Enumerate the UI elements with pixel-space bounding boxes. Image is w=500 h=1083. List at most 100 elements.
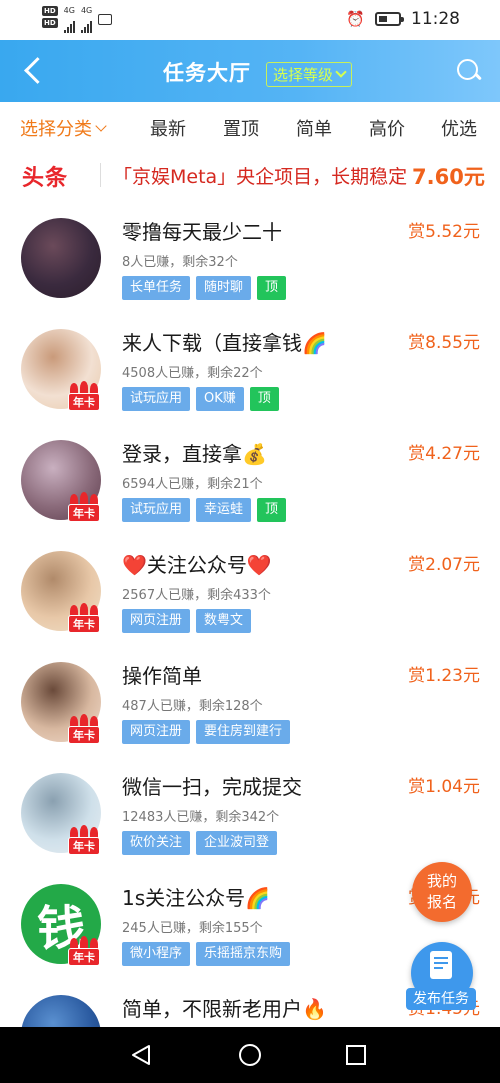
task-tag: 试玩应用 bbox=[122, 387, 191, 411]
headline-tag: 头条 bbox=[22, 166, 69, 191]
vip-badge-label: 年卡 bbox=[68, 948, 100, 966]
task-tag: 幸运蛙 bbox=[196, 498, 252, 522]
page-title: 任务大厅 bbox=[163, 61, 251, 85]
task-stats: 2567人已赚，剩余433个 bbox=[122, 588, 271, 603]
select-level-label: 选择等级 bbox=[273, 66, 334, 84]
task-list-item[interactable]: 年卡 来人下载（直接拿钱🌈 赏8.55元 4508人已赚，剩余22个试玩应用 OK赚顶 bbox=[0, 311, 500, 422]
document-icon bbox=[430, 951, 452, 979]
task-stats: 487人已赚，剩余128个 bbox=[122, 699, 263, 714]
task-tags: 微小程序 乐摇摇京东购 bbox=[122, 942, 291, 966]
task-tag: OK赚 bbox=[196, 387, 244, 411]
vip-badge-label: 年卡 bbox=[68, 504, 100, 522]
task-stats: 4508人已赚，剩余22个 bbox=[122, 366, 263, 381]
task-tags: 砍价关注 企业波司登 bbox=[122, 831, 278, 855]
task-tags: 网页注册 要住房到建行 bbox=[122, 720, 291, 744]
task-list-item[interactable]: 年卡 微信一扫，完成提交 赏1.04元 12483人已赚，剩余342个砍价关注 企业波司… bbox=[0, 755, 500, 866]
task-reward: 赏8.55元 bbox=[408, 333, 480, 353]
vip-crown-badge: 年卡 bbox=[66, 714, 102, 746]
vip-badge-label: 年卡 bbox=[68, 726, 100, 744]
task-list-item[interactable]: 零撸每天最少二十 赏5.52元 8人已赚，剩余32个长单任务 随时聊顶 bbox=[0, 200, 500, 311]
task-list-item[interactable]: 年卡 ❤️关注公众号❤️ 赏2.07元 2567人已赚，剩余433个 网页注册 数粤文 bbox=[0, 533, 500, 644]
task-title: 操作简单 bbox=[122, 664, 202, 688]
task-reward: 赏4.27元 bbox=[408, 444, 480, 464]
task-tag: 微小程序 bbox=[122, 942, 191, 966]
nav-home-icon[interactable] bbox=[239, 1044, 261, 1066]
pinned-badge: 顶 bbox=[257, 498, 287, 522]
system-nav-bar bbox=[0, 1027, 500, 1083]
task-tag: 数粤文 bbox=[196, 609, 252, 633]
task-tag: 网页注册 bbox=[122, 609, 191, 633]
headline-banner[interactable]: 头条 「京娱Meta」央企项目，长期稳定 7.60元 bbox=[0, 150, 500, 200]
task-tag: 试玩应用 bbox=[122, 498, 191, 522]
status-left: HD HD 4G 4G bbox=[42, 6, 113, 33]
signal-1-icon bbox=[63, 19, 75, 33]
task-tag: 乐摇摇京东购 bbox=[196, 942, 291, 966]
filter-tabs: 选择分类 最新 置顶 简单 高价 优选 bbox=[0, 102, 500, 150]
task-tags: 试玩应用 OK赚顶 bbox=[122, 387, 279, 411]
task-title: 1s关注公众号🌈 bbox=[122, 886, 271, 910]
pinned-badge: 顶 bbox=[249, 387, 279, 411]
my-enrollment-button[interactable]: 我的报名 bbox=[412, 862, 472, 922]
network-1: 4G bbox=[63, 6, 75, 33]
sim1-label: HD bbox=[42, 6, 58, 16]
headline-divider bbox=[100, 163, 101, 187]
vip-crown-badge: 年卡 bbox=[66, 381, 102, 413]
signal-2-icon bbox=[80, 19, 92, 33]
pinned-badge: 顶 bbox=[257, 276, 287, 300]
back-arrow-icon[interactable] bbox=[20, 57, 46, 83]
app-header: 任务大厅 选择等级 bbox=[0, 40, 500, 102]
task-title: 零撸每天最少二十 bbox=[122, 220, 282, 244]
nav-back-icon[interactable] bbox=[131, 1044, 151, 1066]
tab-preferred[interactable]: 优选 bbox=[441, 115, 477, 141]
task-stats: 8人已赚，剩余32个 bbox=[122, 255, 238, 270]
task-list-item[interactable]: 年卡 登录，直接拿💰 赏4.27元 6594人已赚，剩余21个试玩应用 幸运蛙顶 bbox=[0, 422, 500, 533]
network-1-label: 4G bbox=[63, 6, 75, 15]
tab-category-label: 选择分类 bbox=[20, 119, 92, 140]
headline-price: 7.60元 bbox=[412, 165, 485, 189]
task-stats: 12483人已赚，剩余342个 bbox=[122, 810, 280, 825]
status-right: ⏰ 11:28 bbox=[346, 9, 460, 29]
vip-badge-label: 年卡 bbox=[68, 837, 100, 855]
task-title: 来人下载（直接拿钱🌈 bbox=[122, 331, 327, 355]
vip-crown-badge: 年卡 bbox=[66, 492, 102, 524]
tab-category[interactable]: 选择分类 bbox=[20, 115, 107, 141]
task-tags: 长单任务 随时聊顶 bbox=[122, 276, 287, 300]
task-avatar bbox=[21, 218, 101, 298]
battery-icon bbox=[375, 12, 404, 26]
status-bar: HD HD 4G 4G ⏰ 11:28 bbox=[0, 0, 500, 40]
my-enrollment-label: 我的报名 bbox=[426, 872, 457, 911]
task-tag: 网页注册 bbox=[122, 720, 191, 744]
vip-crown-badge: 年卡 bbox=[66, 936, 102, 968]
mail-icon bbox=[98, 14, 113, 25]
vip-crown-badge: 年卡 bbox=[66, 825, 102, 857]
search-icon[interactable] bbox=[456, 58, 482, 84]
nav-recent-apps-icon[interactable] bbox=[346, 1045, 366, 1065]
tab-latest[interactable]: 最新 bbox=[150, 115, 186, 141]
task-tag: 企业波司登 bbox=[196, 831, 278, 855]
task-reward: 赏5.52元 bbox=[408, 222, 480, 242]
task-reward: 赏1.04元 bbox=[408, 777, 480, 797]
task-title: 简单，不限新老用户🔥 bbox=[122, 997, 327, 1021]
alarm-icon: ⏰ bbox=[346, 10, 365, 28]
tab-high-price[interactable]: 高价 bbox=[369, 115, 405, 141]
publish-task-label[interactable]: 发布任务 bbox=[406, 988, 476, 1010]
headline-text: 「京娱Meta」央企项目，长期稳定 bbox=[113, 166, 408, 188]
task-title: 登录，直接拿💰 bbox=[122, 442, 267, 466]
task-title: ❤️关注公众号❤️ bbox=[122, 553, 272, 577]
task-stats: 245人已赚，剩余155个 bbox=[122, 921, 263, 936]
task-reward: 赏1.23元 bbox=[408, 666, 480, 686]
tab-simple[interactable]: 简单 bbox=[296, 115, 332, 141]
task-stats: 6594人已赚，剩余21个 bbox=[122, 477, 263, 492]
sim-indicator: HD HD bbox=[42, 6, 58, 28]
task-title: 微信一扫，完成提交 bbox=[122, 775, 302, 799]
vip-crown-badge: 年卡 bbox=[66, 603, 102, 635]
chevron-down-icon bbox=[335, 66, 347, 78]
network-2: 4G bbox=[80, 6, 93, 33]
network-2-label: 4G bbox=[80, 6, 93, 15]
task-list-item[interactable]: 年卡 操作简单 赏1.23元 487人已赚，剩余128个网页注册 要住房到建行 bbox=[0, 644, 500, 755]
vip-badge-label: 年卡 bbox=[68, 615, 100, 633]
select-level-button[interactable]: 选择等级 bbox=[266, 62, 353, 87]
tab-pinned[interactable]: 置顶 bbox=[223, 115, 259, 141]
task-tags: 网页注册 数粤文 bbox=[122, 609, 252, 633]
task-avatar bbox=[21, 995, 101, 1027]
